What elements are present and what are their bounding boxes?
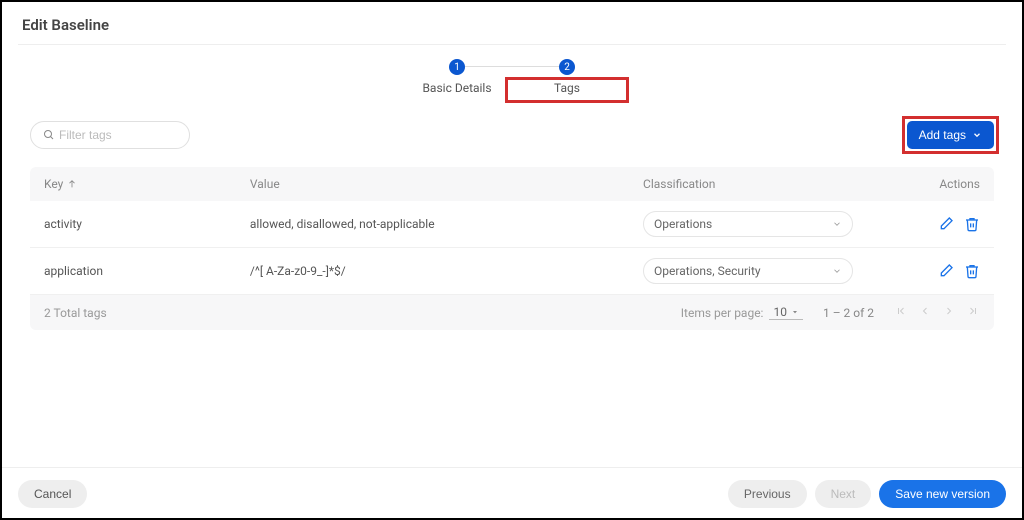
step-connector: [465, 66, 560, 67]
caret-down-icon: [791, 308, 799, 316]
pencil-icon: [938, 263, 954, 279]
next-button[interactable]: Next: [815, 480, 872, 508]
items-per-page-select[interactable]: 10: [769, 305, 803, 320]
edit-button[interactable]: [938, 263, 954, 279]
trash-icon: [964, 263, 980, 279]
chevron-right-icon: [943, 305, 955, 317]
delete-button[interactable]: [964, 263, 980, 279]
items-per-page-label: Items per page:: [681, 306, 764, 320]
table-row: application /^[ A-Za-z0-9_-]*$/ Operatio…: [30, 248, 994, 295]
trash-icon: [964, 216, 980, 232]
page-first-button[interactable]: [894, 305, 908, 320]
chevron-down-icon: [832, 219, 842, 229]
table-header: Key Value Classification Actions: [30, 167, 994, 201]
divider: [18, 44, 1006, 45]
stepper: 1 Basic Details 2 Tags: [18, 59, 1006, 95]
classification-value: Operations: [654, 217, 712, 231]
search-icon: [43, 129, 55, 141]
page-next-button[interactable]: [942, 305, 956, 320]
step-basic-details[interactable]: 1 Basic Details: [402, 59, 512, 95]
items-per-page-value: 10: [773, 305, 787, 319]
page-last-button[interactable]: [966, 305, 980, 320]
chevron-down-icon: [972, 130, 982, 140]
delete-button[interactable]: [964, 216, 980, 232]
step-number-2: 2: [559, 59, 575, 75]
add-tags-label: Add tags: [919, 128, 966, 142]
total-tags-label: 2 Total tags: [44, 306, 107, 320]
table-row: activity allowed, disallowed, not-applic…: [30, 201, 994, 248]
chevron-down-icon: [832, 266, 842, 276]
pagination-range: 1 – 2 of 2: [823, 306, 874, 320]
table-footer: 2 Total tags Items per page: 10 1 – 2 of…: [30, 295, 994, 330]
col-header-actions: Actions: [886, 177, 980, 191]
cell-value: allowed, disallowed, not-applicable: [250, 217, 643, 231]
classification-select[interactable]: Operations, Security: [643, 258, 853, 284]
filter-tags-field[interactable]: [30, 121, 190, 149]
pencil-icon: [938, 216, 954, 232]
col-header-classification[interactable]: Classification: [643, 177, 886, 191]
last-page-icon: [967, 305, 979, 317]
step-number-1: 1: [449, 59, 465, 75]
sort-asc-icon: [67, 179, 77, 189]
cell-key: application: [44, 264, 250, 278]
step-label-2: Tags: [554, 81, 580, 95]
classification-value: Operations, Security: [654, 264, 761, 278]
previous-button[interactable]: Previous: [728, 480, 807, 508]
first-page-icon: [895, 305, 907, 317]
cell-value: /^[ A-Za-z0-9_-]*$/: [250, 264, 643, 278]
pagination-controls: [894, 305, 980, 320]
chevron-left-icon: [919, 305, 931, 317]
page-title: Edit Baseline: [18, 16, 1006, 44]
classification-select[interactable]: Operations: [643, 211, 853, 237]
edit-button[interactable]: [938, 216, 954, 232]
add-tags-button[interactable]: Add tags: [907, 121, 994, 149]
col-header-value[interactable]: Value: [250, 177, 643, 191]
page-prev-button[interactable]: [918, 305, 932, 320]
footer-bar: Cancel Previous Next Save new version: [2, 467, 1022, 508]
cancel-button[interactable]: Cancel: [18, 480, 87, 508]
step-tags[interactable]: 2 Tags: [512, 59, 622, 95]
step-label-1: Basic Details: [422, 81, 491, 95]
cell-key: activity: [44, 217, 250, 231]
filter-tags-input[interactable]: [59, 128, 177, 142]
col-header-key-label: Key: [44, 177, 63, 191]
col-header-key[interactable]: Key: [44, 177, 250, 191]
save-new-version-button[interactable]: Save new version: [879, 480, 1006, 508]
